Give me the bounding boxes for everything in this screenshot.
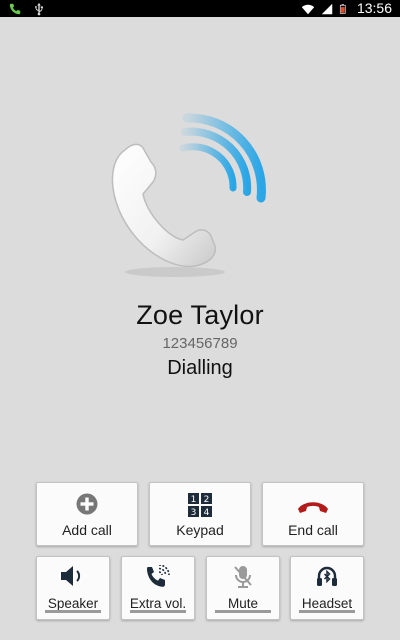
headset-label: Headset bbox=[301, 596, 353, 611]
speaker-toggle-indicator bbox=[45, 610, 101, 613]
headset-toggle[interactable]: Headset bbox=[290, 556, 364, 620]
ring-arc-1 bbox=[179, 143, 237, 192]
svg-text:2: 2 bbox=[204, 495, 210, 505]
extra-volume-toggle[interactable]: Extra vol. bbox=[121, 556, 195, 620]
wifi-icon bbox=[301, 4, 315, 14]
clock: 13:56 bbox=[356, 0, 392, 16]
phone-handset-illustration bbox=[111, 113, 266, 277]
add-call-label: Add call bbox=[62, 522, 112, 538]
signal-icon bbox=[321, 3, 333, 14]
end-call-button[interactable]: End call bbox=[262, 482, 364, 546]
mute-label: Mute bbox=[227, 596, 258, 611]
mute-toggle-indicator bbox=[215, 610, 271, 613]
speaker-label: Speaker bbox=[47, 596, 99, 611]
headset-toggle-indicator bbox=[299, 610, 355, 613]
call-status: Dialling bbox=[167, 357, 233, 379]
contact-name: Zoe Taylor bbox=[136, 300, 264, 330]
headset-bluetooth-icon bbox=[317, 566, 337, 586]
svg-text:3: 3 bbox=[191, 508, 197, 517]
extra-volume-toggle-indicator bbox=[130, 610, 186, 613]
svg-text:1: 1 bbox=[191, 495, 197, 505]
contact-number: 123456789 bbox=[162, 335, 238, 352]
keypad-label: Keypad bbox=[176, 522, 224, 538]
extra-volume-label: Extra vol. bbox=[129, 596, 187, 611]
keypad-button[interactable]: 1 2 3 4 Keypad bbox=[149, 482, 251, 546]
usb-icon bbox=[35, 2, 43, 15]
svg-text:4: 4 bbox=[204, 508, 210, 517]
extra-volume-icon bbox=[147, 565, 170, 587]
speaker-toggle[interactable]: Speaker bbox=[36, 556, 110, 620]
add-call-button[interactable]: Add call bbox=[36, 482, 138, 546]
end-call-icon bbox=[298, 502, 328, 513]
battery-icon bbox=[339, 3, 346, 14]
handset-body bbox=[111, 143, 217, 268]
status-bar: 13:56 bbox=[0, 0, 400, 17]
keypad-icon: 1 2 3 4 bbox=[188, 493, 212, 517]
mute-icon bbox=[234, 566, 252, 588]
end-call-label: End call bbox=[288, 522, 338, 538]
mute-toggle[interactable]: Mute bbox=[206, 556, 280, 620]
add-call-icon bbox=[76, 493, 98, 515]
speaker-icon bbox=[61, 566, 81, 586]
phone-call-icon bbox=[9, 3, 21, 14]
